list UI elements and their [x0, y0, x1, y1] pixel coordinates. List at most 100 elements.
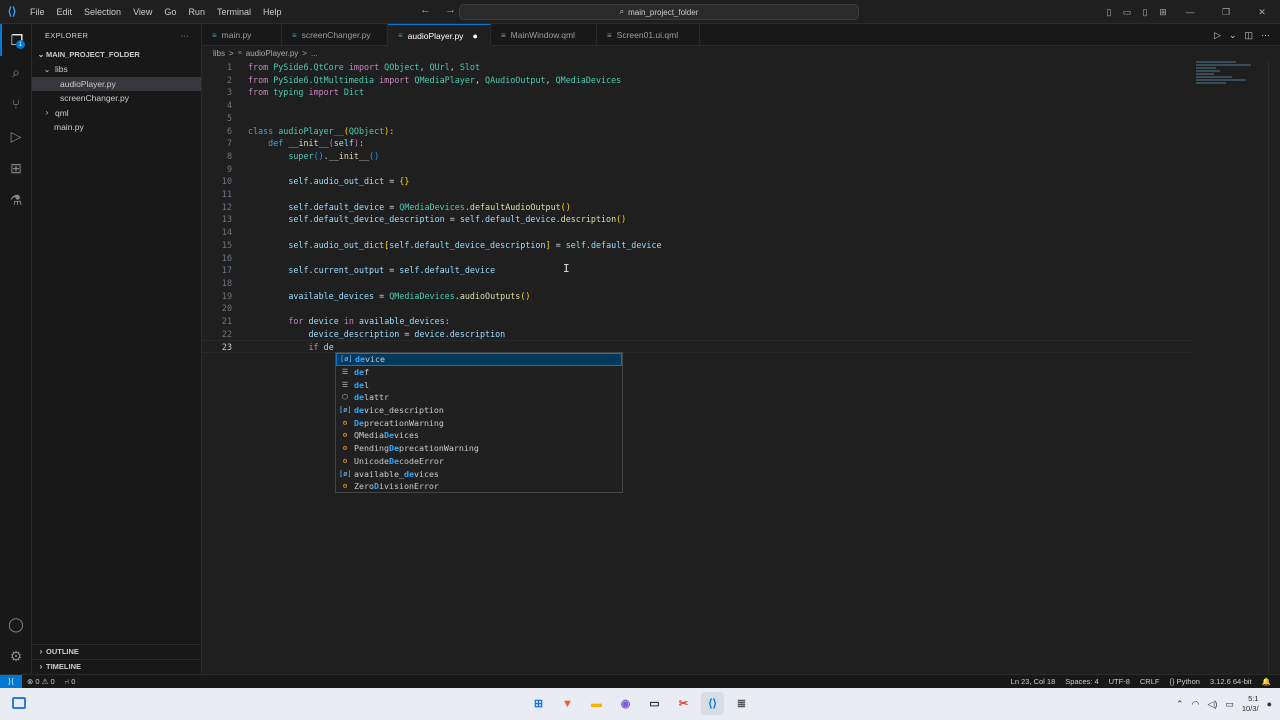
- tree-item-audioplayer[interactable]: audioPlayer.py: [32, 76, 201, 91]
- explorer-files-icon[interactable]: ❐ 1: [0, 24, 32, 56]
- manage-gear-icon[interactable]: ⚙: [0, 640, 32, 672]
- breadcrumb-symbol[interactable]: ...: [311, 49, 318, 58]
- more-actions-icon[interactable]: ···: [1261, 30, 1270, 40]
- forward-arrow-icon[interactable]: →: [445, 4, 456, 16]
- code-line: 7 def __init__(self):: [226, 138, 365, 149]
- suggestion-item[interactable]: [ø] de vice_description: [336, 404, 622, 417]
- breadcrumb-separator: >: [302, 49, 307, 58]
- code-line: 22 device_description = device.descripti…: [221, 328, 506, 339]
- search-view-icon[interactable]: ⌕: [0, 56, 32, 88]
- problems-indicator[interactable]: ⊗ 0 ⚠ 0: [22, 677, 60, 686]
- menu-go[interactable]: Go: [158, 7, 182, 17]
- notepad-icon[interactable]: ≣: [730, 692, 753, 715]
- file-explorer-folder-icon[interactable]: ▬: [585, 692, 608, 715]
- menu-terminal[interactable]: Terminal: [211, 7, 257, 17]
- discord-icon[interactable]: ◉: [614, 692, 637, 715]
- clock[interactable]: 5:1 10/3/: [1242, 694, 1259, 714]
- tab-label: Screen01.ui.qml: [616, 30, 679, 40]
- python-interpreter[interactable]: 3.12.6 64-bit: [1205, 677, 1257, 686]
- encoding[interactable]: UTF-8: [1104, 677, 1135, 686]
- vscode-taskbar-icon[interactable]: ⟨⟩: [701, 692, 724, 715]
- restore-icon[interactable]: ❐: [1208, 7, 1244, 18]
- toggle-sidebar-icon[interactable]: ▯: [1100, 7, 1118, 18]
- suggestion-item[interactable]: ☰ de f: [336, 366, 622, 379]
- menu-edit[interactable]: Edit: [51, 7, 79, 17]
- tab-screen01-qml[interactable]: ≡ Screen01.ui.qml: [597, 24, 700, 46]
- suggestion-item[interactable]: ⚙ Zero DivisionError: [336, 480, 622, 493]
- remote-indicator-icon[interactable]: ⟩⟨: [0, 674, 22, 689]
- minimap[interactable]: [1196, 61, 1268, 91]
- wifi-icon[interactable]: ◠: [1192, 699, 1200, 710]
- menu-view[interactable]: View: [127, 7, 158, 17]
- tree-item-qml[interactable]: › qml: [32, 106, 201, 121]
- tab-label: audioPlayer.py: [407, 30, 464, 41]
- explorer-sidebar: EXPLORER ··· ⌄ MAIN_PROJECT_FOLDER ⌄ lib…: [32, 24, 202, 674]
- indentation[interactable]: Spaces: 4: [1060, 677, 1103, 686]
- notifications-bell-icon[interactable]: 🔔: [1257, 677, 1276, 686]
- snipping-tool-icon[interactable]: ✂: [672, 692, 695, 715]
- tab-screenchanger-py[interactable]: ≡ screenChanger.py: [282, 24, 388, 46]
- outline-section-header[interactable]: › OUTLINE: [32, 644, 202, 658]
- command-center-search[interactable]: ⌕ main_project_folder: [459, 4, 859, 20]
- explorer-more-actions-icon[interactable]: ···: [181, 31, 189, 40]
- variable-icon: [ø]: [340, 355, 353, 364]
- split-editor-icon[interactable]: ◫: [1244, 30, 1253, 41]
- run-file-icon[interactable]: ▷: [1214, 30, 1221, 41]
- close-window-icon[interactable]: ✕: [1244, 7, 1280, 18]
- menu-help[interactable]: Help: [257, 7, 288, 17]
- tree-item-libs[interactable]: ⌄ libs: [32, 62, 201, 77]
- back-arrow-icon[interactable]: ←: [420, 4, 431, 16]
- toggle-panel-icon[interactable]: ▭: [1118, 7, 1136, 18]
- source-control-icon[interactable]: ⑂: [0, 88, 32, 120]
- tab-audioplayer-py[interactable]: ≡ audioPlayer.py ●: [388, 24, 491, 46]
- suggestion-item[interactable]: [ø] de vice: [336, 353, 622, 366]
- chevron-right-icon: ›: [39, 647, 43, 656]
- breadcrumb-file[interactable]: audioPlayer.py: [246, 49, 298, 58]
- breadcrumb: libs > ≡ audioPlayer.py > ...: [202, 46, 318, 61]
- tray-chevron-up-icon[interactable]: ⌃: [1176, 699, 1184, 710]
- end-of-line[interactable]: CRLF: [1135, 677, 1165, 686]
- code-line: 19 available_devices = QMediaDevices.aud…: [221, 290, 531, 301]
- terminal-icon[interactable]: ▭: [643, 692, 666, 715]
- autocomplete-suggestions[interactable]: [ø] de vice ☰ de f ☰ de l ⬡ de lattr [ø] de vice_d…: [335, 352, 623, 493]
- tab-mainwindow-qml[interactable]: ≡ MainWindow.qml: [491, 24, 597, 46]
- run-dropdown-chevron-icon[interactable]: ⌄: [1229, 30, 1237, 41]
- cursor-position[interactable]: Ln 23, Col 18: [1006, 677, 1061, 686]
- minimize-icon[interactable]: —: [1172, 7, 1208, 17]
- menu-run[interactable]: Run: [182, 7, 211, 17]
- suggestion-item[interactable]: ⚙ QMedia De vices: [336, 429, 622, 442]
- brave-browser-icon[interactable]: ▼: [556, 692, 579, 715]
- tree-item-screenchanger[interactable]: screenChanger.py: [32, 91, 201, 106]
- tab-main-py[interactable]: ≡ main.py: [202, 24, 282, 46]
- suggestion-item[interactable]: ☰ de l: [336, 378, 622, 391]
- toggle-secondary-sidebar-icon[interactable]: ▯: [1136, 7, 1154, 18]
- status-bar: ⟩⟨ ⊗ 0 ⚠ 0 ⑁ 0 Ln 23, Col 18 Spaces: 4 U…: [0, 674, 1280, 689]
- timeline-section-header[interactable]: › TIMELINE: [32, 659, 202, 673]
- volume-icon[interactable]: ◁): [1207, 699, 1217, 710]
- extensions-icon[interactable]: ⊞: [0, 152, 32, 184]
- ports-indicator[interactable]: ⑁ 0: [60, 677, 81, 686]
- suggestion-item[interactable]: [ø] available_ de vices: [336, 467, 622, 480]
- language-mode[interactable]: {} Python: [1164, 677, 1204, 686]
- start-windows-icon[interactable]: ⊞: [527, 692, 550, 715]
- vertical-scrollbar[interactable]: [1268, 61, 1280, 674]
- customize-layout-icon[interactable]: ⊞: [1154, 7, 1172, 18]
- battery-icon[interactable]: ▭: [1225, 699, 1234, 710]
- run-debug-icon[interactable]: ▷: [0, 120, 32, 152]
- code-line: 1 from PySide6.QtCore import QObject, QUr…: [226, 62, 480, 72]
- suggestion-item[interactable]: ⬡ de lattr: [336, 391, 622, 404]
- unsaved-dot-icon[interactable]: ●: [472, 31, 477, 41]
- suggestion-item[interactable]: ⚙ De precationWarning: [336, 416, 622, 429]
- breadcrumb-libs[interactable]: libs: [213, 49, 225, 58]
- account-icon[interactable]: ◯: [0, 608, 32, 640]
- suggestion-item[interactable]: ⚙ Pending De precationWarning: [336, 442, 622, 455]
- testing-flask-icon[interactable]: ⚗: [0, 184, 32, 216]
- code-line: 15 self.audio_out_dict[self.default_devi…: [221, 239, 662, 250]
- suggestion-item[interactable]: ⚙ Unicode De codeError: [336, 455, 622, 468]
- notification-center-icon[interactable]: ●: [1267, 699, 1272, 709]
- workspace-folder-header[interactable]: ⌄ MAIN_PROJECT_FOLDER: [32, 46, 201, 62]
- widgets-icon[interactable]: [12, 697, 26, 709]
- menu-selection[interactable]: Selection: [78, 7, 127, 17]
- menu-file[interactable]: File: [24, 7, 51, 17]
- tree-item-main[interactable]: main.py: [32, 120, 201, 135]
